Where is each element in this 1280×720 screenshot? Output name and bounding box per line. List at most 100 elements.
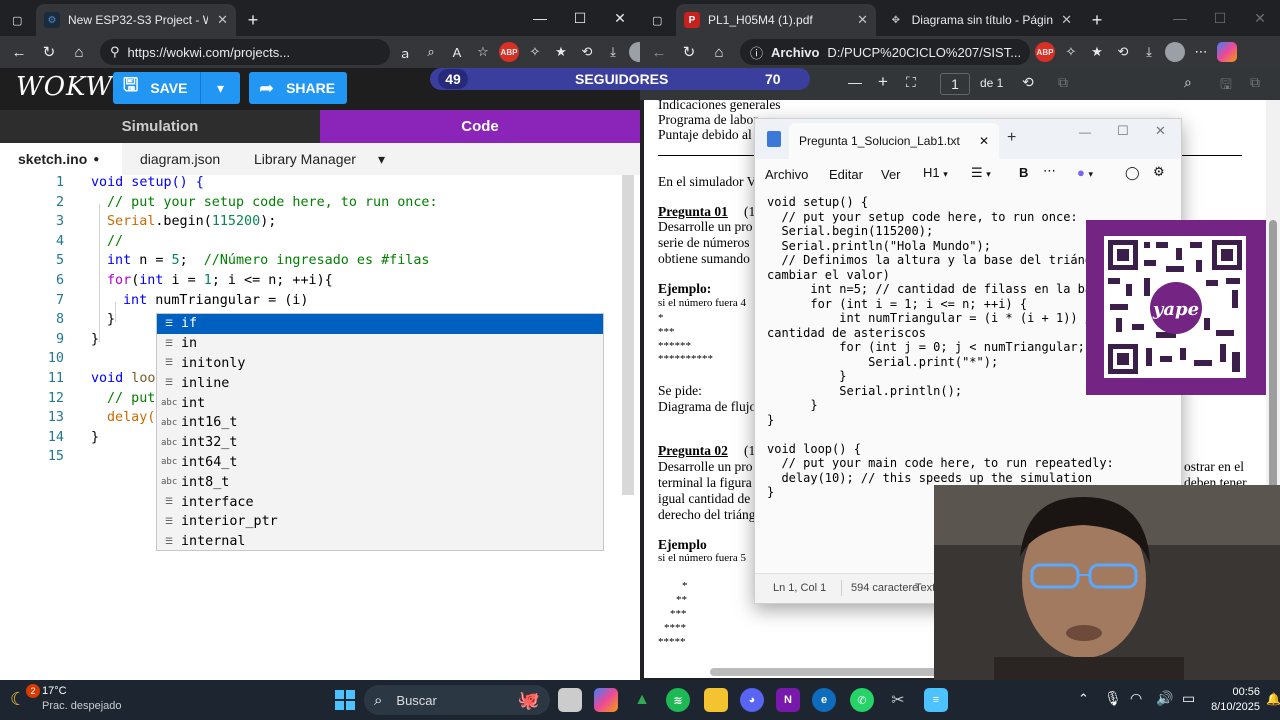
copilot-app-icon[interactable] [594,688,618,712]
extensions-icon[interactable]: ✧ [1061,42,1081,62]
text-size-icon[interactable]: A [447,42,467,62]
zoom-icon[interactable]: ⌕ [421,42,441,62]
file-tab-diagram[interactable]: diagram.json [122,143,238,175]
clock-date[interactable]: 8/10/2025 [1200,701,1260,713]
start-windows-icon[interactable] [333,688,357,712]
suggestion-item[interactable]: ☰ inline [157,373,603,393]
favorite-star-icon[interactable]: ☆ [473,42,493,62]
maximize-icon[interactable]: ☐ [1200,10,1240,27]
maximize-icon[interactable]: ☐ [1117,123,1129,139]
save-icon[interactable]: 🖫 [1220,74,1232,98]
history-icon[interactable]: ⟲ [1113,42,1133,62]
list-dropdown[interactable]: ☰ ▾ [971,165,991,181]
share-button[interactable]: ➦ SHARE [249,72,347,104]
profile-avatar[interactable] [629,42,640,62]
suggestion-item[interactable]: ☰ if [157,314,603,334]
page-number-input[interactable]: 1 [940,73,970,95]
show-hidden-icons-chevron-icon[interactable]: ⌃ [1078,691,1089,707]
zoom-out-icon[interactable]: — [848,74,862,90]
home-icon[interactable]: ⌂ [64,44,94,61]
suggestion-item[interactable]: abc int32_t [157,433,603,453]
adblock-icon[interactable]: ABP [499,42,519,62]
clock-time[interactable]: 00:56 [1216,686,1260,698]
close-tab-icon[interactable]: ✕ [979,134,989,148]
minimize-icon[interactable]: — [1160,10,1200,26]
menu-editar[interactable]: Editar [829,167,863,182]
google-drive-icon[interactable]: ▲ [630,688,654,712]
whatsapp-icon[interactable]: ✆ [850,688,874,712]
more-options-icon[interactable]: ⋯ [1043,163,1056,179]
suggestion-item[interactable]: ☰ interior_ptr [157,512,603,532]
copilot-icon[interactable] [1217,42,1237,62]
battery-icon[interactable]: ▭ [1182,690,1195,707]
save-button[interactable]: 🖫 SAVE ▾ [113,72,240,104]
onenote-icon[interactable]: N [776,688,800,712]
discord-icon[interactable]: ◕ [740,688,764,712]
close-window-icon[interactable]: ✕ [600,10,640,27]
task-view-icon[interactable] [558,688,582,712]
more-icon[interactable]: ⋯ [1191,42,1211,62]
suggestion-item[interactable]: ☰ in [157,334,603,354]
snipping-tool-icon[interactable]: ✂ [886,688,910,712]
back-icon[interactable]: ← [4,44,34,61]
search-icon[interactable]: ⌕ [1184,74,1192,91]
new-tab-plus-icon[interactable]: + [1007,129,1016,147]
taskbar-search-box[interactable]: ⌕ Buscar 🐙 [364,685,550,715]
back-icon[interactable]: ← [644,44,674,61]
minimize-icon[interactable]: — [520,10,560,26]
menu-ver[interactable]: Ver [881,167,901,182]
favorites-icon[interactable]: ★ [1087,42,1107,62]
maximize-icon[interactable]: ☐ [560,10,600,27]
adblock-icon[interactable]: ABP [1035,42,1055,62]
fit-page-icon[interactable]: ⛶ [906,74,916,91]
file-explorer-icon[interactable] [704,688,728,712]
close-tab-icon[interactable]: ✕ [857,12,868,28]
bold-button[interactable]: B [1019,165,1028,180]
history-icon[interactable]: ⟲ [577,42,597,62]
file-tab-library-manager[interactable]: Library Manager [236,143,374,175]
tab-simulation[interactable]: Simulation [0,110,320,143]
suggestion-item[interactable]: ☰ internal [157,532,603,552]
editor-scrollbar[interactable] [622,175,634,495]
notification-bell-icon[interactable]: 🔔 [1266,692,1280,706]
notepad-tab[interactable]: Pregunta 1_Solucion_Lab1.txt ✕ [789,123,999,159]
tab-actions-button[interactable]: ▢ [644,4,672,36]
weather-widget[interactable]: ☾ 2 [10,684,40,715]
zoom-in-icon[interactable]: + [878,72,888,92]
settings-gear-icon[interactable]: ⚙ [1153,164,1165,180]
site-info-icon[interactable]: ⚲ [110,44,120,60]
page-view-icon[interactable]: ⧉ [1058,74,1068,91]
tab-wokwi[interactable]: ⚙ New ESP32-S3 Project - Wokwi Si ✕ [36,4,236,36]
account-icon[interactable]: ◯ [1125,165,1140,181]
suggestion-item[interactable]: ☰ interface [157,492,603,512]
address-bar[interactable]: ⚲ https://wokwi.com/projects... [100,39,390,65]
extensions-icon[interactable]: ✧ [525,42,545,62]
microphone-icon[interactable]: 🎙 [1104,690,1122,707]
volume-icon[interactable]: 🔊 [1156,690,1173,707]
profile-avatar[interactable] [1165,42,1185,62]
close-tab-icon[interactable]: ✕ [217,12,228,28]
save-dropdown-chevron-icon[interactable]: ▾ [200,72,240,104]
favorites-icon[interactable]: ★ [551,42,571,62]
notepad-taskbar-icon[interactable]: ≡ [924,688,948,712]
tab-code[interactable]: Code [320,110,640,143]
file-tab-sketch[interactable]: sketch.ino ● [0,143,122,175]
suggestion-item[interactable]: abc int16_t [157,413,603,433]
reload-icon[interactable]: ↻ [34,43,64,61]
minimize-icon[interactable]: — [1079,125,1091,139]
suggestion-item[interactable]: ☰ initonly [157,354,603,374]
spotify-icon[interactable]: ≋ [666,688,690,712]
new-tab-button[interactable]: + [240,4,266,36]
download-icon[interactable]: ⤓ [1139,42,1159,62]
menu-archivo[interactable]: Archivo [765,167,808,182]
site-info-icon[interactable]: ⓘ [750,43,763,62]
suggestion-item[interactable]: abc int8_t [157,472,603,492]
close-window-icon[interactable]: ✕ [1240,10,1280,27]
wifi-icon[interactable]: ◠ [1130,690,1142,707]
download-icon[interactable]: ⤓ [603,42,623,62]
address-bar[interactable]: ⓘ Archivo D:/PUCP%20CICLO%207/SIST... [740,39,1030,65]
heading-dropdown[interactable]: H1 ▾ [923,165,948,180]
close-window-icon[interactable]: ✕ [1155,123,1166,139]
tab-actions-button[interactable]: ▢ [4,4,32,36]
close-tab-icon[interactable]: ✕ [1061,12,1072,28]
